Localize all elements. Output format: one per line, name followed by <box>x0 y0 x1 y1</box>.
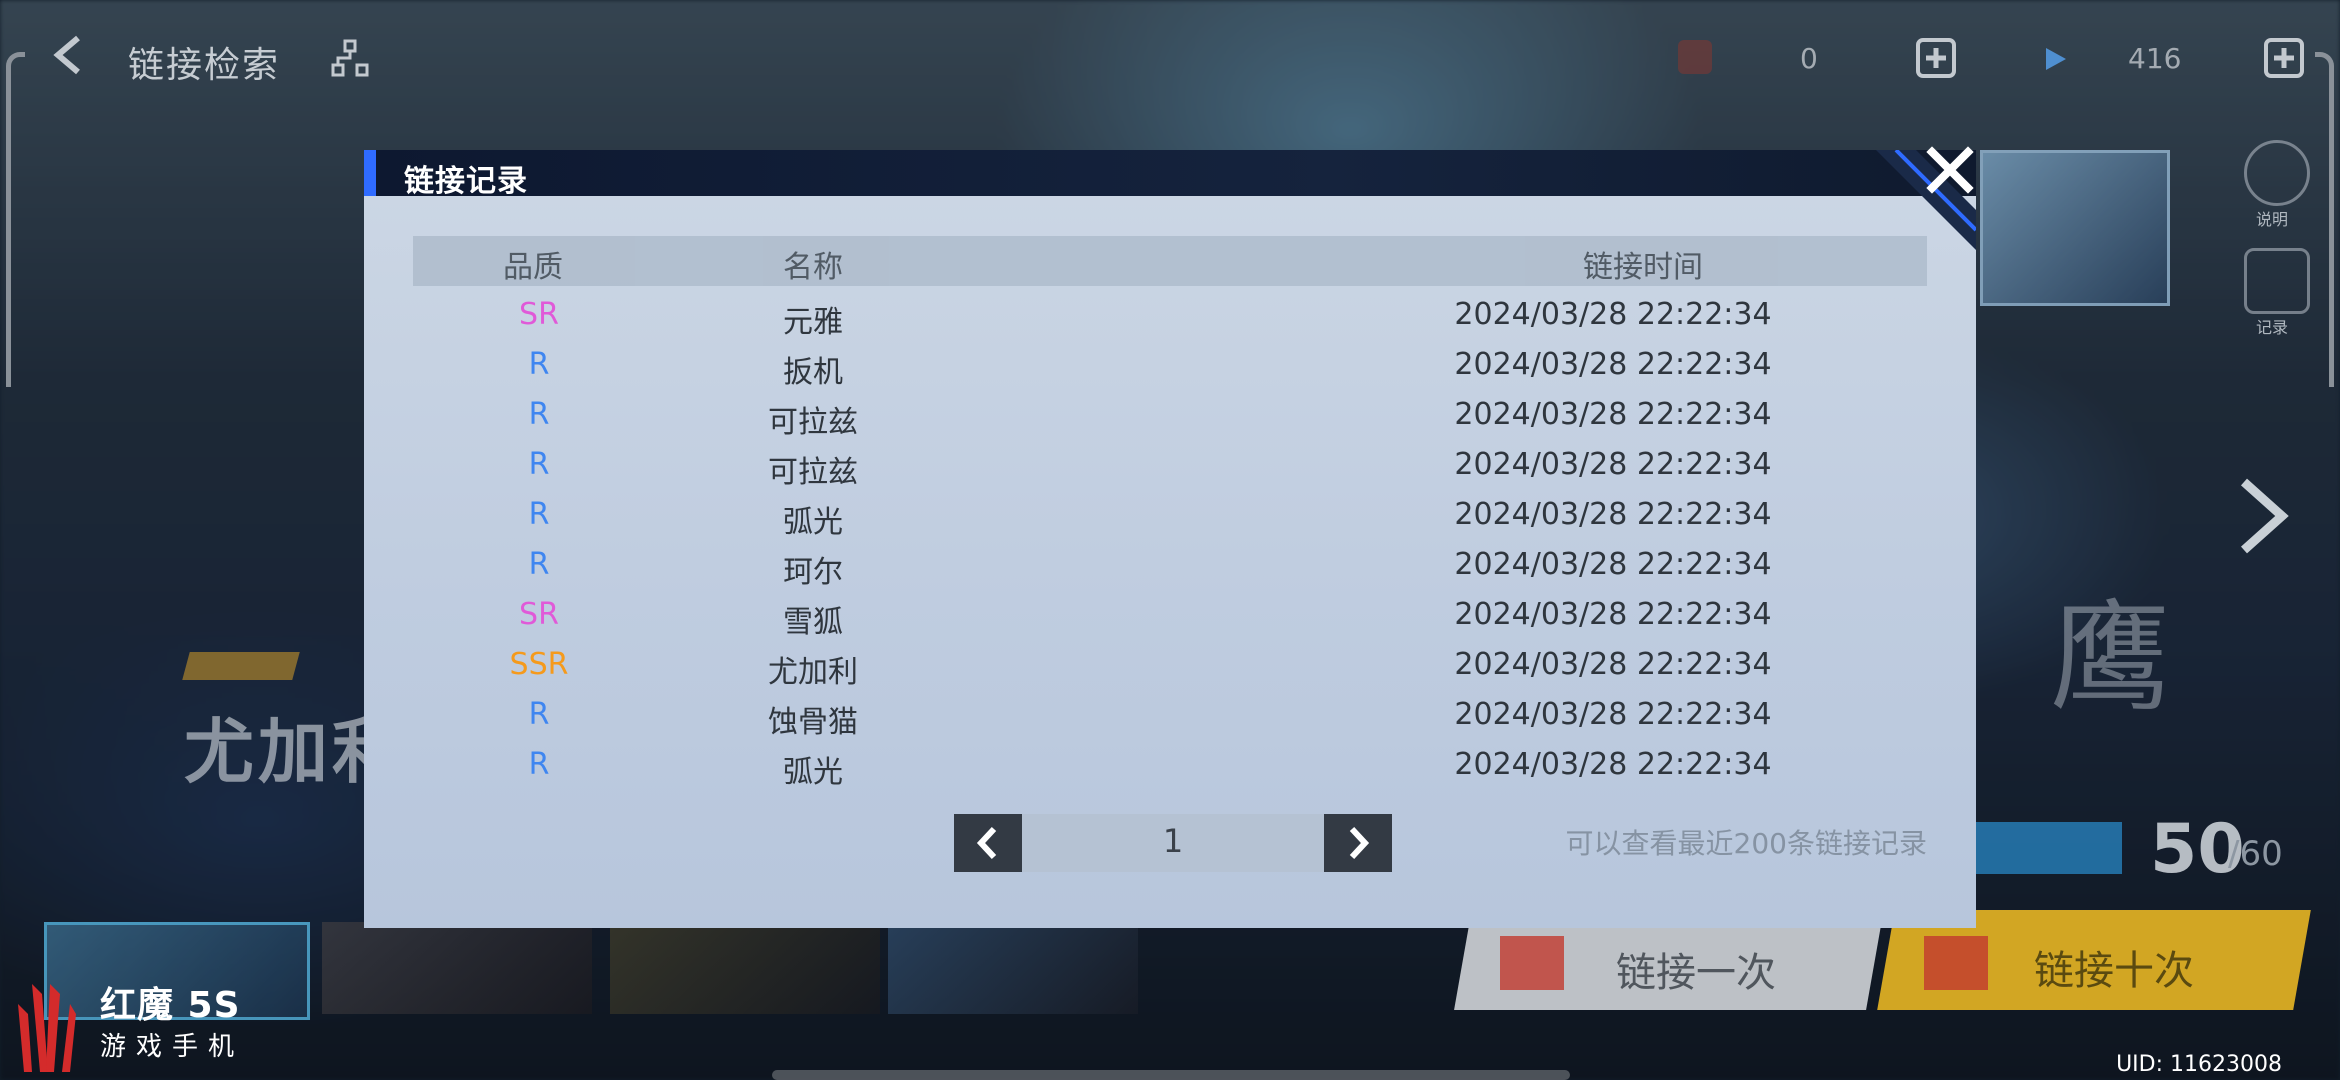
time-cell: 2024/03/28 22:22:34 <box>1454 697 1772 732</box>
table-row: R 蚀骨猫 2024/03/28 22:22:34 <box>413 691 1927 741</box>
quality-cell: R <box>528 697 550 732</box>
link-ticket-icon <box>1924 936 1988 990</box>
header-accent-bar <box>364 150 376 196</box>
next-banner-chevron-icon[interactable] <box>2232 476 2292 556</box>
record-button[interactable] <box>2244 248 2310 314</box>
name-cell: 蚀骨猫 <box>768 705 858 740</box>
table-row: SR 雪狐 2024/03/28 22:22:34 <box>413 591 1927 641</box>
table-row: R 珂尔 2024/03/28 22:22:34 <box>413 541 1927 591</box>
quality-cell: R <box>528 497 550 532</box>
currency-crystal-value: 416 <box>2128 42 2182 75</box>
time-cell: 2024/03/28 22:22:34 <box>1454 397 1772 432</box>
column-name: 名称 <box>783 250 843 285</box>
screen-frame-left <box>6 52 25 387</box>
banner-tab-3[interactable] <box>610 922 880 1014</box>
info-button-label: 说明 <box>2256 210 2289 229</box>
banner-title-glyph: 鹰 <box>2050 589 2170 728</box>
name-cell: 扳机 <box>783 355 843 390</box>
dialog-header: 链接记录 <box>364 150 1976 199</box>
currency-ticket-icon <box>1678 40 1712 74</box>
next-page-button[interactable] <box>1324 814 1392 872</box>
link-ticket-icon <box>1500 936 1564 990</box>
close-icon[interactable] <box>1924 144 1976 196</box>
character-thumbnail-card[interactable] <box>1980 150 2170 306</box>
quality-cell: R <box>528 347 550 382</box>
quality-cell: R <box>528 547 550 582</box>
screen-frame-right <box>2315 52 2334 387</box>
link-once-label: 链接一次 <box>1616 950 1776 996</box>
name-cell: 元雅 <box>783 305 843 340</box>
pull-count-max: /60 <box>2228 834 2283 874</box>
time-cell: 2024/03/28 22:22:34 <box>1454 297 1772 332</box>
banner-tab-2[interactable] <box>322 922 592 1014</box>
table-row: R 弧光 2024/03/28 22:22:34 <box>413 491 1927 541</box>
time-cell: 2024/03/28 22:22:34 <box>1454 497 1772 532</box>
quality-cell: R <box>528 747 550 782</box>
record-button-label: 记录 <box>2256 318 2289 337</box>
time-cell: 2024/03/28 22:22:34 <box>1454 647 1772 682</box>
home-indicator[interactable] <box>772 1070 1570 1080</box>
status-tag <box>1974 822 2122 874</box>
column-quality: 品质 <box>503 250 563 285</box>
page-number: 1 <box>1162 822 1184 860</box>
table-row: R 弧光 2024/03/28 22:22:34 <box>413 741 1927 791</box>
table-row: SSR 尤加利 2024/03/28 22:22:34 <box>413 641 1927 691</box>
currency-crystal-icon <box>2046 48 2066 70</box>
watermark-subtitle: 游戏手机 <box>100 1032 245 1062</box>
top-bar: 链接检索 0 416 <box>0 0 2340 120</box>
table-row: R 可拉兹 2024/03/28 22:22:34 <box>413 441 1927 491</box>
name-cell: 雪狐 <box>783 605 843 640</box>
record-limit-hint: 可以查看最近200条链接记录 <box>1565 827 1927 860</box>
table-header: 品质 名称 链接时间 <box>413 236 1927 286</box>
time-cell: 2024/03/28 22:22:34 <box>1454 747 1772 782</box>
add-ticket-icon[interactable] <box>1916 38 1956 78</box>
table-row: R 扳机 2024/03/28 22:22:34 <box>413 341 1927 391</box>
info-button[interactable] <box>2244 140 2310 206</box>
dialog-body: 品质 名称 链接时间 SR 元雅 2024/03/28 22:22:34 R 扳机 202… <box>364 196 1976 928</box>
quality-cell: SR <box>519 297 559 332</box>
add-crystal-icon[interactable] <box>2264 38 2304 78</box>
name-cell: 可拉兹 <box>768 405 858 440</box>
table-row: R 可拉兹 2024/03/28 22:22:34 <box>413 391 1927 441</box>
time-cell: 2024/03/28 22:22:34 <box>1454 597 1772 632</box>
dialog-title: 链接记录 <box>404 164 528 199</box>
name-cell: 弧光 <box>783 505 843 540</box>
page-title: 链接检索 <box>128 45 281 86</box>
currency-ticket-value: 0 <box>1800 42 1818 75</box>
time-cell: 2024/03/28 22:22:34 <box>1454 447 1772 482</box>
chevron-left-icon <box>976 826 997 860</box>
link-record-dialog: 链接记录 品质 名称 链接时间 SR 元雅 2024/03/28 22:22:34 R… <box>364 146 1976 928</box>
red-magic-logo-icon <box>18 984 76 1072</box>
time-cell: 2024/03/28 22:22:34 <box>1454 347 1772 382</box>
banner-tab-4[interactable] <box>888 922 1138 1014</box>
quality-cell: R <box>528 397 550 432</box>
name-cell: 可拉兹 <box>768 455 858 490</box>
quality-cell: SR <box>519 597 559 632</box>
watermark-brand: 红魔 5S <box>100 985 241 1026</box>
column-time: 链接时间 <box>1583 250 1703 285</box>
link-ten-label: 链接十次 <box>2034 948 2194 994</box>
quality-cell: SSR <box>509 647 569 682</box>
name-cell: 弧光 <box>783 755 843 790</box>
page-indicator: 1 <box>1022 814 1324 872</box>
character-rarity-badge <box>182 652 300 680</box>
name-cell: 尤加利 <box>768 655 858 690</box>
time-cell: 2024/03/28 22:22:34 <box>1454 547 1772 582</box>
chevron-right-icon <box>1349 826 1370 860</box>
prev-page-button[interactable] <box>954 814 1022 872</box>
quality-cell: R <box>528 447 550 482</box>
hierarchy-icon[interactable] <box>330 38 370 78</box>
name-cell: 珂尔 <box>783 555 843 590</box>
user-id: UID: 11623008 <box>2116 1052 2282 1077</box>
table-row: SR 元雅 2024/03/28 22:22:34 <box>413 291 1927 341</box>
back-icon[interactable] <box>48 34 90 76</box>
